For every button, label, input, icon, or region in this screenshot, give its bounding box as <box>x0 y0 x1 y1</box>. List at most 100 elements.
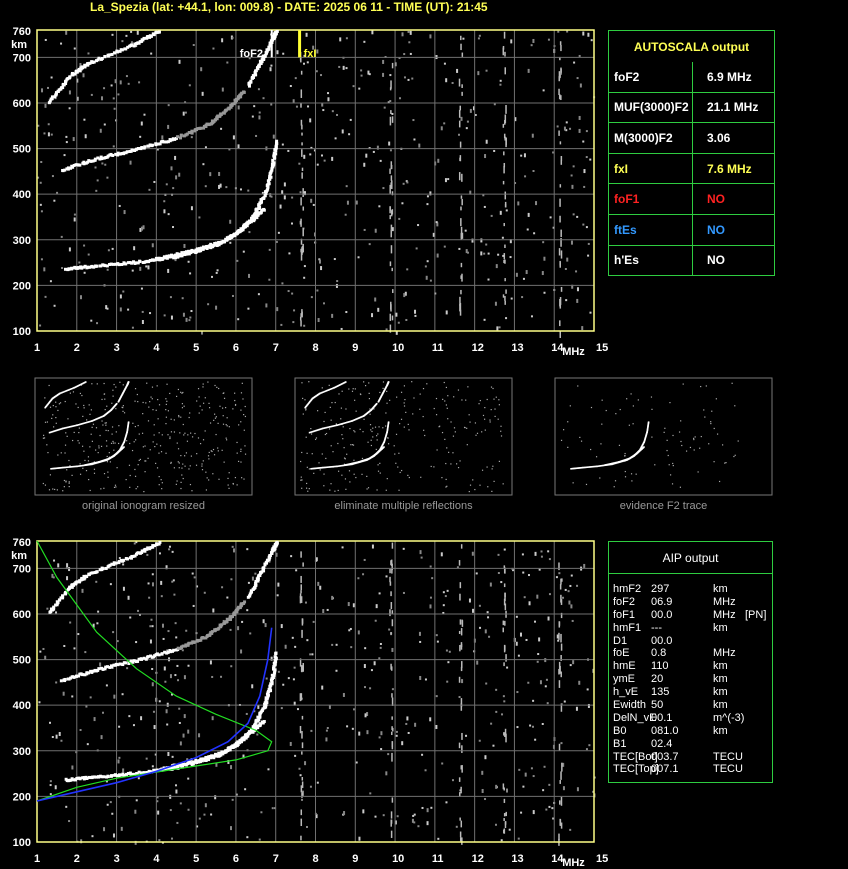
noise-dot <box>276 594 279 597</box>
noise-dot <box>77 633 80 636</box>
thumb-noise <box>386 478 388 480</box>
thumb-noise <box>369 424 372 426</box>
noise-streak <box>503 31 506 39</box>
noise-dot <box>103 87 106 90</box>
thumb-noise <box>129 486 131 488</box>
noise-dot <box>244 788 247 791</box>
noise-dot <box>585 226 588 229</box>
noise-streak <box>459 141 462 148</box>
noise-streak <box>560 250 563 259</box>
noise-dot <box>431 577 434 580</box>
noise-streak <box>503 644 506 653</box>
thumb-noise <box>442 398 444 400</box>
thumb-noise <box>344 458 346 460</box>
thumb-noise <box>395 433 398 435</box>
noise-dot <box>132 724 135 727</box>
noise-dot <box>158 700 161 703</box>
noise-dot <box>298 162 301 165</box>
noise-streak <box>504 278 506 282</box>
noise-dot <box>483 318 486 321</box>
thumb-noise <box>185 452 188 454</box>
noise-dot <box>163 200 166 203</box>
thumb-noise <box>241 382 243 384</box>
thumb-noise <box>122 384 124 386</box>
noise-dot <box>73 47 76 50</box>
noise-dot <box>373 661 376 666</box>
thumb-noise <box>500 425 502 427</box>
thumb-noise <box>651 436 653 438</box>
noise-dot <box>289 85 292 88</box>
noise-streak <box>460 628 463 636</box>
noise-dot <box>335 643 338 646</box>
noise-dot <box>414 309 417 314</box>
thumb-noise <box>90 409 92 411</box>
thumb-noise <box>175 483 177 485</box>
thumb-noise <box>359 393 362 395</box>
thumb-noise <box>724 462 726 464</box>
thumb-noise <box>65 432 67 434</box>
y-tick-label: 400 <box>13 700 31 712</box>
thumb-noise <box>207 381 209 383</box>
thumb-noise <box>125 478 127 481</box>
thumb-noise <box>189 412 191 414</box>
noise-dot <box>518 768 521 771</box>
noise-dot <box>331 643 334 646</box>
noise-dot <box>310 198 313 203</box>
noise-streak <box>301 742 304 749</box>
aip-value: 135 <box>651 686 670 699</box>
noise-dot <box>230 578 233 581</box>
noise-dot <box>564 588 567 591</box>
thumb-noise <box>113 383 115 386</box>
thumb-noise <box>79 463 81 465</box>
noise-dot <box>311 653 314 656</box>
thumb-noise <box>82 467 84 469</box>
thumb-noise <box>131 449 134 452</box>
noise-dot <box>240 649 243 654</box>
thumb-noise <box>363 381 365 383</box>
noise-dot <box>365 153 368 158</box>
noise-dot <box>331 595 334 600</box>
noise-dot <box>112 97 115 100</box>
noise-streak <box>461 732 463 740</box>
noise-dot <box>338 65 341 68</box>
noise-dot <box>532 699 535 702</box>
noise-streak <box>391 315 394 321</box>
noise-streak <box>460 206 462 211</box>
noise-dot <box>175 789 178 794</box>
thumb-noise <box>378 426 380 428</box>
noise-dot <box>478 34 481 37</box>
y-tick-label: 600 <box>13 98 31 110</box>
aip-output-panel: AIP output hmF2 297 km foF2 06.9 MHz foF1 00.0 M… <box>608 541 773 783</box>
thumb-noise <box>311 453 313 455</box>
noise-dot <box>232 135 235 140</box>
trace-point-o_low <box>70 266 74 270</box>
noise-dot <box>140 226 143 231</box>
thumb-noise <box>85 470 88 472</box>
thumb-noise <box>613 486 615 488</box>
noise-dot <box>401 741 404 746</box>
noise-dot <box>320 266 323 271</box>
noise-dot <box>107 249 110 252</box>
noise-dot <box>239 188 242 191</box>
thumb-noise <box>113 486 116 489</box>
noise-dot <box>167 630 170 633</box>
noise-dot <box>421 806 424 809</box>
thumb-noise <box>149 449 151 451</box>
noise-dot <box>429 279 432 282</box>
thumb-noise <box>155 462 157 465</box>
noise-dot <box>362 573 365 576</box>
thumb-noise <box>198 412 200 414</box>
thumb-noise <box>69 392 71 394</box>
noise-dot <box>477 71 480 76</box>
y-tick-label: 600 <box>13 609 31 621</box>
thumb-noise <box>147 420 150 422</box>
noise-dot <box>220 675 223 678</box>
noise-dot <box>583 169 586 174</box>
noise-dot <box>288 252 291 255</box>
noise-dot <box>369 792 372 795</box>
thumb-noise <box>151 398 153 400</box>
noise-dot <box>569 664 572 667</box>
noise-dot <box>319 585 322 590</box>
noise-dot <box>578 680 581 685</box>
thumb-noise <box>178 414 180 417</box>
